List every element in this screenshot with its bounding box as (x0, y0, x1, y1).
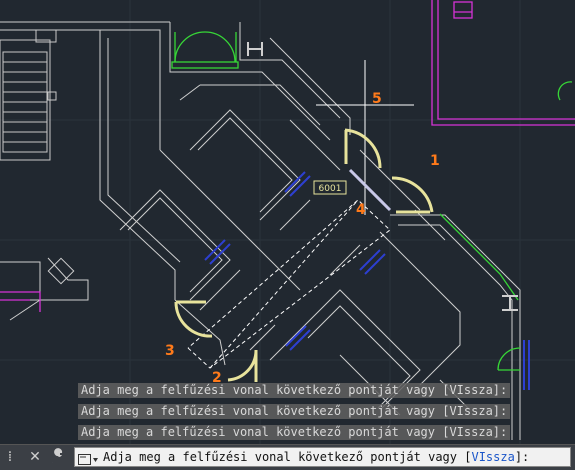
close-icon[interactable]: ✕ (27, 448, 43, 466)
command-history-line-1: Adja meg a felfűzési vonal következő pon… (78, 383, 511, 398)
callout-label-3: 3 (165, 343, 175, 359)
command-prompt-suffix: ]: (514, 450, 530, 464)
drawing-canvas[interactable]: 6001 1 2 3 4 5 (0, 0, 575, 469)
command-input[interactable]: Adja meg a felfűzési vonal következő pon… (74, 447, 571, 467)
command-icon[interactable] (78, 451, 98, 470)
command-history-line-3: Adja meg a felfűzési vonal következő pon… (78, 425, 511, 440)
wrench-icon[interactable] (50, 448, 66, 466)
command-prompt: Adja meg a felfűzési vonal következő pon… (103, 450, 529, 465)
door-tag: 6001 (319, 184, 342, 194)
grip-icon[interactable]: ⁞ (2, 448, 18, 466)
command-history-line-2: Adja meg a felfűzési vonal következő pon… (78, 404, 511, 419)
command-prompt-prefix: Adja meg a felfűzési vonal következő pon… (103, 450, 472, 464)
callout-label-1: 1 (430, 153, 440, 169)
callout-label-4: 4 (356, 202, 366, 218)
command-prompt-keyword[interactable]: VIssza (471, 450, 514, 464)
command-line-bar: ⁞ ✕ Adja meg a felfűzési vonal következő… (0, 444, 575, 470)
callout-label-5: 5 (372, 91, 382, 107)
